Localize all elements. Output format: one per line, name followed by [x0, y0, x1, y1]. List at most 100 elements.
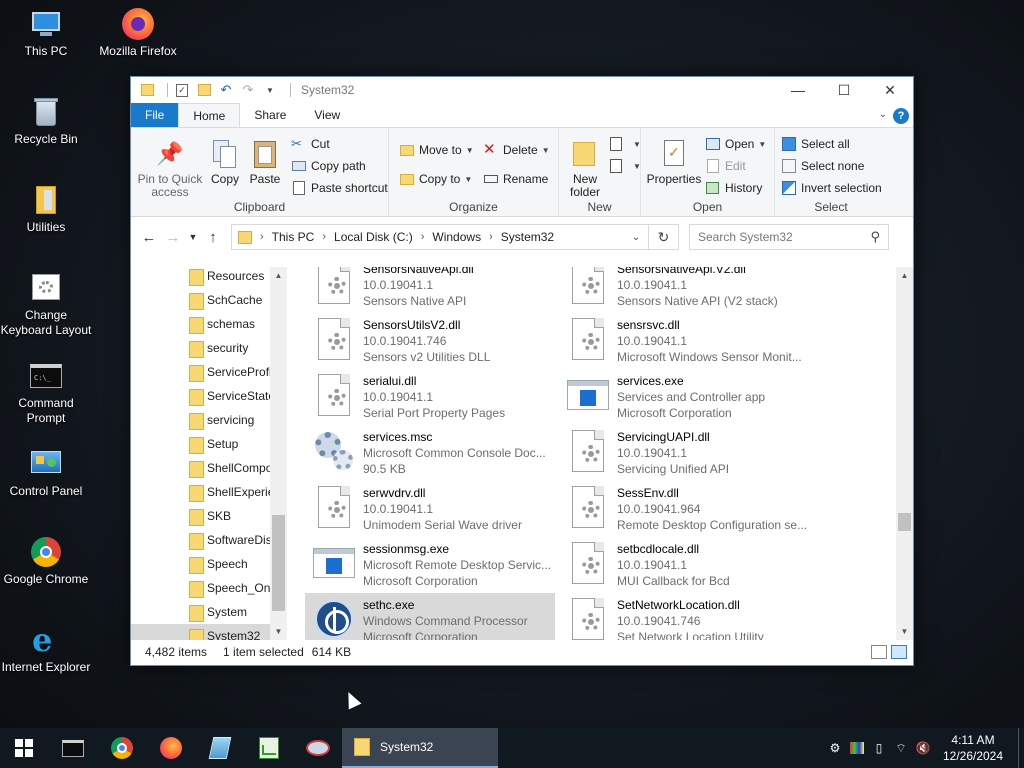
taskbar-notepad[interactable]: [195, 728, 244, 768]
file-item[interactable]: SessEnv.dll 10.0.19041.964 Remote Desktop …: [559, 481, 809, 533]
wifi-icon[interactable]: ⌔: [890, 728, 912, 768]
close-button[interactable]: ✕: [867, 77, 913, 103]
nav-item-serviceprofi[interactable]: ServiceProfi: [131, 360, 271, 384]
network-settings-icon[interactable]: ⚙: [824, 728, 846, 768]
desktop-icon-this-pc[interactable]: This PC: [0, 8, 92, 59]
properties-quick-icon[interactable]: ✓: [174, 82, 190, 98]
up-arrow-icon[interactable]: ↑: [201, 225, 225, 249]
invert-selection-button[interactable]: Invert selection: [781, 178, 882, 198]
move-to-button[interactable]: Move to ▼: [399, 140, 474, 160]
file-item[interactable]: sethc.exe Windows Command Processor Micros…: [305, 593, 555, 640]
usb-device-icon[interactable]: ▯: [868, 728, 890, 768]
files-scroll-thumb[interactable]: [898, 513, 911, 531]
redo-icon[interactable]: ↷: [240, 82, 256, 98]
file-item[interactable]: SensorsUtilsV2.dll 10.0.19041.746 Sensors …: [305, 313, 555, 365]
nav-item-skb[interactable]: SKB: [131, 504, 271, 528]
taskbar-chrome[interactable]: [97, 728, 146, 768]
copy-to-button[interactable]: Copy to ▼: [399, 169, 472, 189]
recent-locations-icon[interactable]: ▼: [185, 225, 201, 249]
file-item[interactable]: setbcdlocale.dll 10.0.19041.1 MUI Callback…: [559, 537, 809, 589]
nav-scrollbar[interactable]: ▲ ▼: [270, 267, 287, 640]
search-box[interactable]: ⚲: [689, 224, 889, 250]
file-item[interactable]: SensorsNativeApi.dll 10.0.19041.1 Sensors …: [305, 267, 555, 309]
nav-item-shellcompo[interactable]: ShellCompo: [131, 456, 271, 480]
nav-item-schemas[interactable]: schemas: [131, 312, 271, 336]
scroll-down-icon[interactable]: ▼: [896, 623, 913, 640]
breadcrumb-local-disk[interactable]: Local Disk (C:): [334, 230, 413, 244]
breadcrumb-this-pc[interactable]: This PC: [272, 230, 315, 244]
new-folder-quick-icon[interactable]: [196, 82, 212, 98]
file-item[interactable]: services.exe Services and Controller app M…: [559, 369, 809, 421]
file-item[interactable]: serwvdrv.dll 10.0.19041.1 Unimodem Serial …: [305, 481, 555, 533]
tab-file[interactable]: File: [131, 103, 179, 127]
help-icon[interactable]: ?: [893, 108, 909, 124]
delete-button[interactable]: ✕ Delete ▼: [483, 140, 550, 160]
new-item-button[interactable]: ▼: [609, 134, 641, 154]
easy-access-button[interactable]: ▼: [609, 156, 641, 176]
paste-button[interactable]: Paste: [245, 138, 285, 186]
chevron-right-icon[interactable]: ›: [322, 231, 326, 243]
tab-home[interactable]: Home: [178, 103, 241, 127]
pin-to-quick-access-button[interactable]: 📌 Pin to Quick access: [137, 138, 203, 199]
taskbar-file-explorer[interactable]: System32: [342, 728, 498, 768]
nav-item-speech-one[interactable]: Speech_One: [131, 576, 271, 600]
refresh-icon[interactable]: ↻: [649, 224, 679, 250]
speaker-muted-icon[interactable]: 🔇: [912, 728, 934, 768]
copy-button[interactable]: Copy: [205, 138, 245, 186]
nav-item-servicing[interactable]: servicing: [131, 408, 271, 432]
nav-item-speech[interactable]: Speech: [131, 552, 271, 576]
chevron-right-icon[interactable]: ›: [489, 231, 493, 243]
show-desktop-button[interactable]: [1018, 728, 1024, 768]
paste-shortcut-button[interactable]: Paste shortcut: [291, 178, 388, 198]
desktop-icon-change-keyboard-layout[interactable]: Change Keyboard Layout: [0, 272, 92, 338]
chevron-down-icon[interactable]: ⌄: [624, 225, 648, 249]
nav-item-system32[interactable]: System32: [131, 624, 271, 640]
customize-toolbar-icon[interactable]: ▼: [262, 82, 278, 98]
desktop-icon-internet-explorer[interactable]: e Internet Explorer: [0, 624, 92, 675]
taskbar-snipping-tool[interactable]: [293, 728, 342, 768]
nav-item-system[interactable]: System: [131, 600, 271, 624]
taskbar-command-prompt[interactable]: [48, 728, 97, 768]
select-all-button[interactable]: Select all: [781, 134, 850, 154]
minimize-button[interactable]: —: [775, 77, 821, 103]
edit-button[interactable]: Edit: [705, 156, 746, 176]
chevron-down-icon[interactable]: ⌄: [879, 109, 887, 120]
copy-path-button[interactable]: Copy path: [291, 156, 366, 176]
history-button[interactable]: History: [705, 178, 762, 198]
nav-item-softwaredis[interactable]: SoftwareDis: [131, 528, 271, 552]
nav-item-security[interactable]: security: [131, 336, 271, 360]
desktop-icon-command-prompt[interactable]: C:\_ Command Prompt: [0, 360, 92, 426]
tiles-view-icon[interactable]: [891, 645, 907, 659]
taskbar-task-manager[interactable]: [244, 728, 293, 768]
new-folder-button[interactable]: New folder: [563, 138, 607, 199]
clock[interactable]: 4:11 AM 12/26/2024: [934, 732, 1012, 764]
breadcrumb-system32[interactable]: System32: [501, 230, 554, 244]
tab-view[interactable]: View: [300, 103, 354, 127]
nav-item-shellexperie[interactable]: ShellExperie: [131, 480, 271, 504]
search-input[interactable]: [698, 230, 858, 244]
start-button[interactable]: [0, 728, 48, 768]
nav-item-servicestate[interactable]: ServiceState: [131, 384, 271, 408]
file-item[interactable]: sensrsvc.dll 10.0.19041.1 Microsoft Window…: [559, 313, 809, 365]
rename-button[interactable]: Rename: [483, 169, 548, 189]
scroll-up-icon[interactable]: ▲: [896, 267, 913, 284]
tab-share[interactable]: Share: [240, 103, 300, 127]
nav-item-setup[interactable]: Setup: [131, 432, 271, 456]
desktop-icon-utilities[interactable]: Utilities: [0, 184, 92, 235]
undo-icon[interactable]: ↶: [218, 82, 234, 98]
file-item[interactable]: SetNetworkLocation.dll 10.0.19041.746 Set …: [559, 593, 809, 640]
forward-arrow-icon[interactable]: →: [161, 225, 185, 249]
address-bar[interactable]: › This PC › Local Disk (C:) › Windows › …: [231, 224, 649, 250]
file-item[interactable]: serialui.dll 10.0.19041.1 Serial Port Prop…: [305, 369, 555, 421]
maximize-button[interactable]: ☐: [821, 77, 867, 103]
breadcrumb-windows[interactable]: Windows: [432, 230, 481, 244]
file-item[interactable]: sessionmsg.exe Microsoft Remote Desktop S…: [305, 537, 555, 589]
scroll-down-icon[interactable]: ▼: [270, 623, 287, 640]
desktop-icon-control-panel[interactable]: Control Panel: [0, 448, 92, 499]
files-scrollbar[interactable]: ▲ ▼: [896, 267, 913, 640]
nav-item-resources[interactable]: Resources: [131, 267, 271, 288]
desktop-icon-recycle-bin[interactable]: Recycle Bin: [0, 96, 92, 147]
cut-button[interactable]: ✂ Cut: [291, 134, 330, 154]
file-item[interactable]: ServicingUAPI.dll 10.0.19041.1 Servicing U…: [559, 425, 809, 477]
open-button[interactable]: Open ▼: [705, 134, 766, 154]
